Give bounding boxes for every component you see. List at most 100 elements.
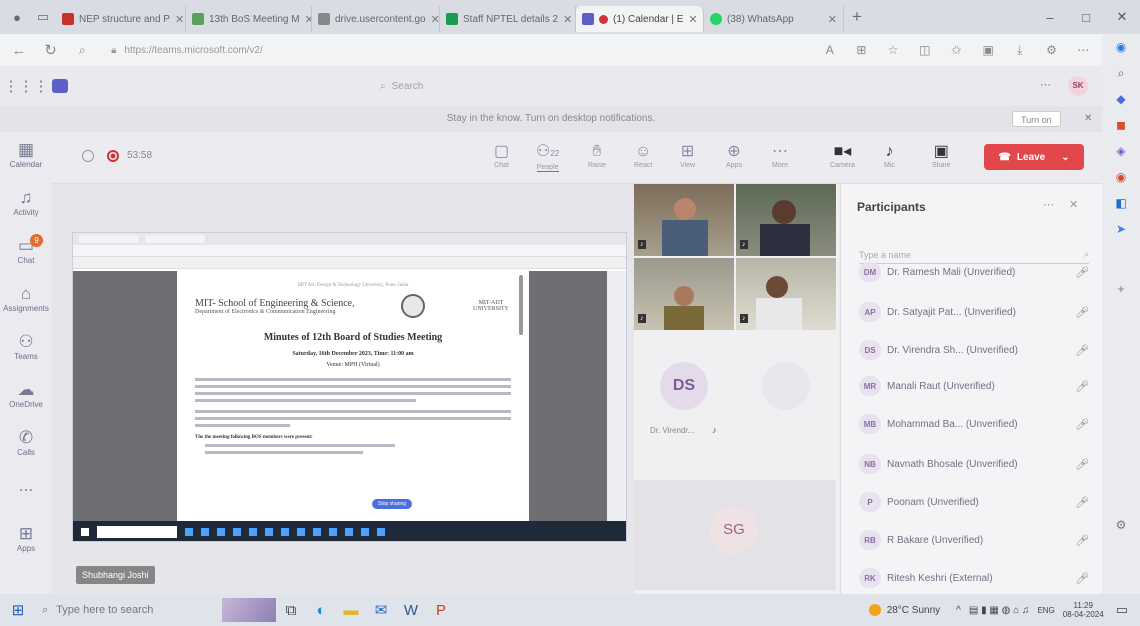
participant-row[interactable]: MR Manali Raut (Unverified) 🎤︎	[859, 376, 1089, 396]
participant-row[interactable]: AP Dr. Satyajit Pat... (Unverified) 🎤︎	[859, 302, 1089, 322]
rail-item-assignments[interactable]: ⌂ Assignments	[0, 284, 52, 324]
app-launcher-icon[interactable]: ⋮⋮⋮	[0, 77, 52, 95]
edge-icon[interactable]: ◐	[306, 602, 336, 619]
settings-icon[interactable]: ⚙	[1043, 43, 1061, 57]
send-icon[interactable]: ➤	[1102, 216, 1140, 242]
more-icon[interactable]: ⋯	[1040, 78, 1051, 91]
avatar[interactable]: SK	[1068, 76, 1088, 96]
close-tab-icon[interactable]: ✕	[175, 13, 184, 26]
rail-item-activity[interactable]: ♫ Activity	[0, 188, 52, 228]
word-icon[interactable]: W	[396, 602, 426, 619]
participant-row[interactable]: DM Dr. Ramesh Mali (Unverified) 🎤︎	[859, 262, 1089, 282]
rail-item-chat[interactable]: ▭ 9 Chat	[0, 234, 52, 276]
more-icon[interactable]: ⋯	[1043, 198, 1054, 211]
office-icon[interactable]: ◉	[1102, 164, 1140, 190]
participant-row[interactable]: RK Ritesh Keshri (External) 🎤︎	[859, 568, 1089, 588]
raise-hand-button[interactable]: ✋︎ Raise	[588, 142, 606, 169]
copilot-icon[interactable]: ◉	[1102, 34, 1140, 60]
share-button[interactable]: ▣ Share	[932, 142, 951, 169]
outlook-icon[interactable]: ◧	[1102, 190, 1140, 216]
close-icon[interactable]: ✕	[1084, 106, 1092, 132]
clock[interactable]: 11:29 08-04-2024	[1063, 601, 1104, 619]
view-button[interactable]: ⊞ View	[680, 142, 695, 169]
add-icon[interactable]: +	[1102, 276, 1140, 302]
mail-icon[interactable]: ✉	[366, 601, 396, 619]
file-explorer-icon[interactable]: ▬	[336, 602, 366, 619]
rail-item-onedrive[interactable]: ☁ OneDrive	[0, 380, 52, 420]
rail-item-more[interactable]: ...	[0, 476, 52, 516]
url-field[interactable]: 🔒︎ https://teams.microsoft.com/v2/	[105, 39, 793, 61]
react-button[interactable]: ☺ React	[634, 142, 652, 169]
browser-tab-4[interactable]: (1) Calendar | E ✕	[576, 6, 704, 32]
participant-row[interactable]: P Poonam (Unverified) 🎤︎	[859, 492, 1089, 512]
avatar-tile-ds[interactable]: DS Dr. Virendr... ♪	[634, 334, 734, 454]
rail-item-calendar[interactable]: ▦ Calendar	[0, 140, 52, 180]
extensions-icon[interactable]: ⊞	[853, 43, 871, 57]
browser-tab-0[interactable]: NEP structure and P ✕	[56, 6, 186, 32]
back-button[interactable]: ←	[10, 42, 28, 59]
tray-chevron-icon[interactable]: ^	[956, 605, 961, 616]
participant-row[interactable]: MB Mohammad Ba... (Unverified) 🎤︎	[859, 414, 1089, 434]
favorite-icon[interactable]: ☆	[884, 43, 902, 57]
browser-tab-1[interactable]: 13th BoS Meeting M ✕	[186, 6, 312, 32]
avatar-tile-placeholder[interactable]	[736, 334, 836, 454]
downloads-icon[interactable]: ⤓	[1011, 43, 1029, 58]
more-button[interactable]: ⋯ More	[772, 142, 788, 169]
task-view-icon[interactable]: ⧉	[276, 602, 306, 619]
people-button[interactable]: ⚇22 People	[536, 142, 559, 172]
favorites-icon[interactable]: ✩	[948, 43, 966, 57]
language-indicator[interactable]: ENG	[1037, 606, 1054, 615]
stop-sharing-button[interactable]: Stop sharing	[372, 499, 413, 509]
browser-tab-3[interactable]: Staff NPTEL details 2 ✕	[440, 6, 576, 32]
refresh-button[interactable]: ↻	[42, 41, 60, 59]
weather-text[interactable]: 28°C Sunny	[887, 605, 940, 616]
video-tile[interactable]: ♪	[634, 258, 734, 330]
participant-row[interactable]: NB Navnath Bhosale (Unverified) 🎤︎	[859, 454, 1089, 474]
meeting-info-icon[interactable]	[82, 150, 94, 162]
collections-icon[interactable]: ▣	[979, 43, 997, 57]
browser-tab-5[interactable]: (38) WhatsApp ✕	[704, 6, 844, 32]
camera-button[interactable]: ■◂ Camera	[830, 142, 855, 169]
profile-icon[interactable]: ●	[4, 4, 30, 30]
close-tab-icon[interactable]: ✕	[563, 13, 572, 26]
new-tab-button[interactable]: +	[844, 4, 870, 30]
close-window-button[interactable]: ✕	[1104, 9, 1140, 25]
leave-button[interactable]: ☎ Leave ⌄	[984, 144, 1084, 170]
apps-button[interactable]: ⊕ Apps	[726, 142, 742, 169]
notification-center-icon[interactable]: ▭	[1116, 602, 1128, 618]
rail-item-calls[interactable]: ✆ Calls	[0, 428, 52, 468]
rail-item-teams[interactable]: ⚇ Teams	[0, 332, 52, 372]
tools-icon[interactable]: ◼	[1102, 112, 1140, 138]
powerpoint-icon[interactable]: P	[426, 602, 456, 619]
shopping-icon[interactable]: ◆	[1102, 86, 1140, 112]
close-tab-icon[interactable]: ✕	[431, 13, 439, 26]
chat-button[interactable]: ▢ Chat	[494, 142, 509, 169]
avatar-tile-sg[interactable]: SG	[634, 480, 836, 590]
search-icon[interactable]: ⌕	[1102, 60, 1140, 86]
minimize-button[interactable]: –	[1032, 10, 1068, 25]
close-tab-icon[interactable]: ✕	[305, 13, 311, 26]
tray-icons[interactable]: ▤ ▮ ▦ ◍ ⌂ ♫	[969, 605, 1030, 616]
settings-icon[interactable]: ⚙	[1102, 512, 1140, 538]
pdf-scrollbar[interactable]	[519, 275, 523, 335]
close-tab-icon[interactable]: ✕	[688, 13, 697, 26]
participant-row[interactable]: RB R Bakare (Unverified) 🎤︎	[859, 530, 1089, 550]
rail-item-apps[interactable]: ⊞ Apps	[0, 524, 52, 564]
maximize-button[interactable]: □	[1068, 10, 1104, 25]
participant-row[interactable]: DS Dr. Virendra Sh... (Unverified) 🎤︎	[859, 340, 1089, 360]
more-icon[interactable]: ⋯	[1074, 43, 1092, 57]
read-aloud-icon[interactable]: A	[821, 43, 839, 57]
turn-on-button[interactable]: Turn on	[1012, 111, 1061, 127]
video-tile[interactable]: ♪	[634, 184, 734, 256]
close-tab-icon[interactable]: ✕	[828, 13, 837, 26]
video-tile[interactable]: ♪	[736, 184, 836, 256]
close-icon[interactable]: ✕	[1069, 198, 1078, 211]
video-tile[interactable]: ♪	[736, 258, 836, 330]
mic-button[interactable]: ♪ Mic	[884, 142, 895, 169]
taskbar-search[interactable]: ⌕ Type here to search	[36, 594, 276, 626]
split-screen-icon[interactable]: ◫	[916, 43, 934, 57]
browser-tab-2[interactable]: drive.usercontent.go ✕	[312, 6, 440, 32]
windows-start-icon[interactable]: ⊞	[0, 601, 36, 619]
search-input[interactable]: ⌕ Search	[380, 74, 760, 98]
tab-actions-icon[interactable]: ▭	[30, 4, 56, 30]
